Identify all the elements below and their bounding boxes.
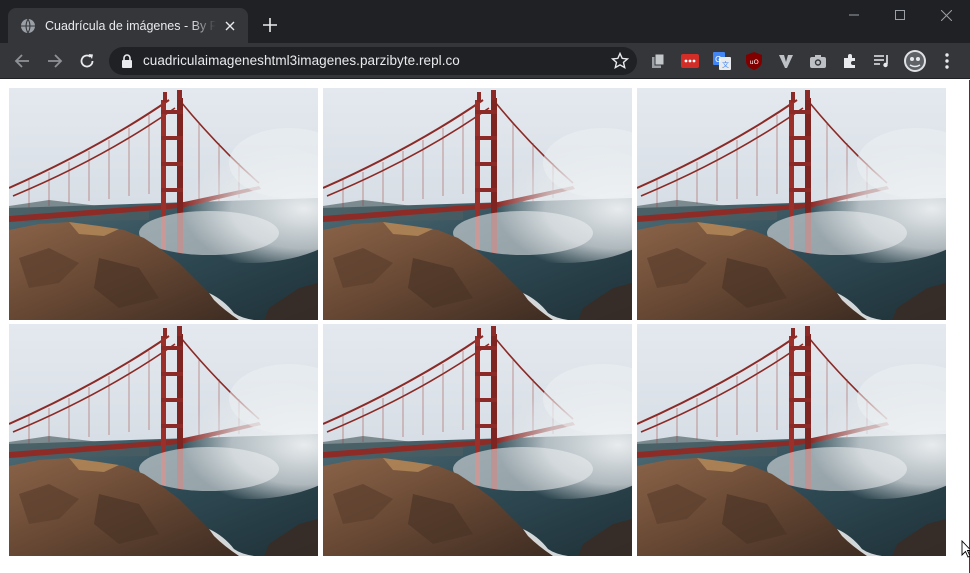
lastpass-icon[interactable] xyxy=(680,51,700,71)
kebab-menu-icon[interactable] xyxy=(937,51,957,71)
golden-gate-bridge-image xyxy=(323,324,632,556)
svg-text:G: G xyxy=(715,55,721,64)
bookmark-star-icon[interactable] xyxy=(611,52,629,70)
golden-gate-bridge-image xyxy=(323,88,632,320)
tab-title: Cuadrícula de imágenes - By Parzibyte xyxy=(45,18,216,33)
gallery-image xyxy=(637,88,946,320)
browser-titlebar: Cuadrícula de imágenes - By Parzibyte xyxy=(0,0,970,43)
url-text[interactable]: cuadriculaimageneshtml3imagenes.parzibyt… xyxy=(143,53,460,68)
media-controls-icon[interactable] xyxy=(872,51,892,71)
tab-close-icon[interactable] xyxy=(222,18,238,34)
ublock-origin-icon[interactable]: uO xyxy=(744,51,764,71)
golden-gate-bridge-image xyxy=(9,88,318,320)
browser-tab-active[interactable]: Cuadrícula de imágenes - By Parzibyte xyxy=(8,8,248,43)
maximize-icon[interactable] xyxy=(877,0,923,30)
gallery-image xyxy=(9,88,318,320)
window-close-icon[interactable] xyxy=(923,0,969,30)
forward-arrow-icon[interactable] xyxy=(43,49,67,73)
globe-icon xyxy=(21,18,35,33)
svg-text:文: 文 xyxy=(722,60,729,69)
puzzle-extensions-icon[interactable] xyxy=(840,51,860,71)
golden-gate-bridge-image xyxy=(637,324,946,556)
golden-gate-bridge-image xyxy=(9,324,318,556)
vimium-icon[interactable] xyxy=(776,51,796,71)
golden-gate-bridge-image xyxy=(637,88,946,320)
reload-icon[interactable] xyxy=(75,49,99,73)
minimize-icon[interactable] xyxy=(831,0,877,30)
google-translate-icon[interactable]: G文 xyxy=(712,51,732,71)
back-arrow-icon[interactable] xyxy=(10,49,34,73)
lock-icon xyxy=(122,54,132,68)
mouse-pointer-icon xyxy=(961,540,970,558)
screenshot-camera-icon[interactable] xyxy=(808,51,828,71)
address-bar[interactable]: cuadriculaimageneshtml3imagenes.parzibyt… xyxy=(109,47,637,75)
browser-toolbar: cuadriculaimageneshtml3imagenes.parzibyt… xyxy=(0,43,970,79)
gallery-image xyxy=(323,88,632,320)
gallery-image xyxy=(637,324,946,556)
gallery-image xyxy=(323,324,632,556)
collections-icon[interactable] xyxy=(648,51,668,71)
gallery-image xyxy=(9,324,318,556)
new-tab-icon[interactable] xyxy=(261,16,279,34)
profile-avatar[interactable] xyxy=(904,50,926,72)
svg-text:uO: uO xyxy=(750,58,759,66)
